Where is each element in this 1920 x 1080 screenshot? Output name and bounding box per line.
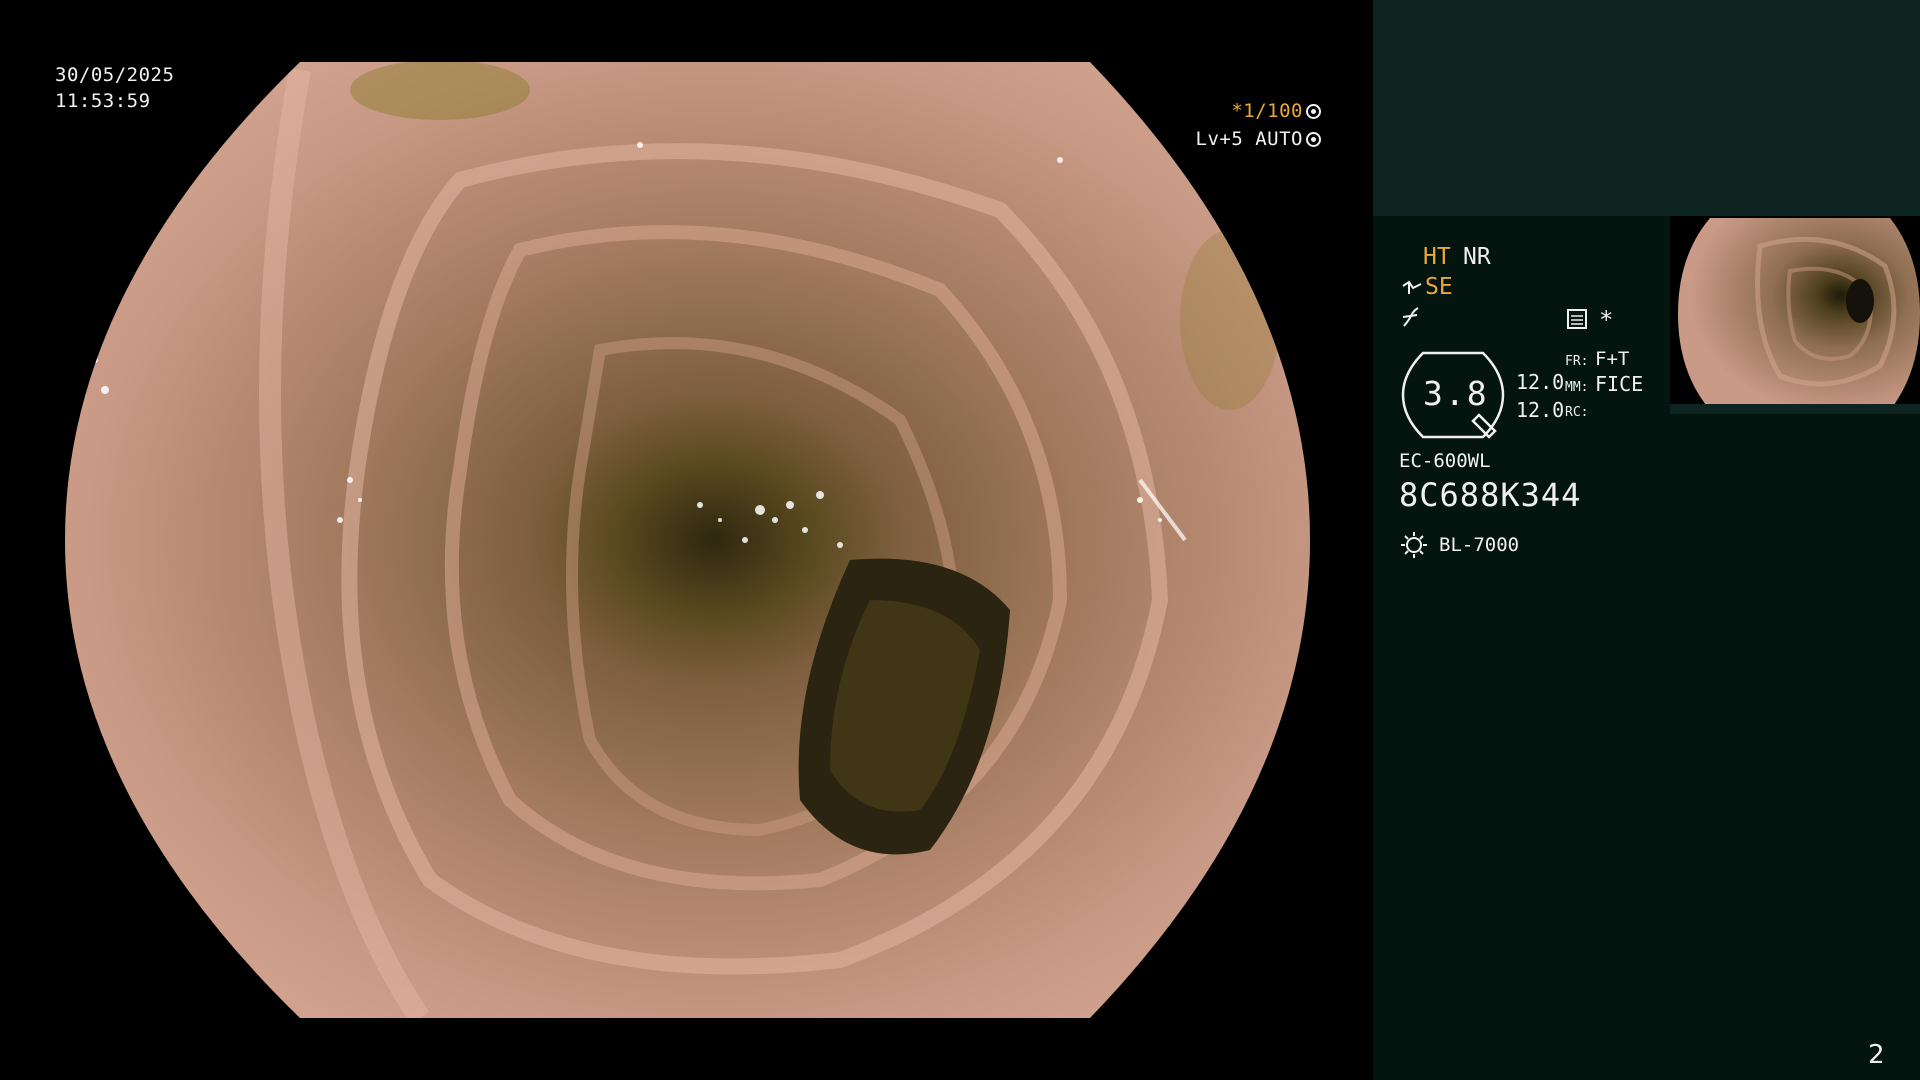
star-indicator: * [1599, 306, 1614, 334]
info-panel: HT NR SE * 3.8 12.0 12.0 FR: F+T MM: FIC… [1373, 0, 1920, 1080]
color-enhance-icon [1567, 309, 1587, 329]
nr-indicator: NR [1463, 244, 1491, 270]
value-1: 12.0 [1516, 370, 1565, 394]
thumbnail-image [1678, 218, 1920, 410]
level-text: Lv+5 [1195, 128, 1244, 150]
previous-capture-thumbnail[interactable] [1670, 216, 1920, 414]
rc-label: RC: [1565, 405, 1589, 420]
exposure-mode-text: AUTO [1255, 128, 1303, 150]
panel-header-area [1373, 0, 1920, 216]
shutter-prefix: * [1231, 100, 1244, 122]
mm-value: FICE [1595, 372, 1644, 396]
endoscopic-image [65, 62, 1310, 1018]
fr-label: FR: [1565, 354, 1589, 369]
endoscope-viewport: 30/05/2025 11:53:59 *1/100 Lv+5 AUTO [0, 0, 1373, 1080]
freeze-icon [1402, 307, 1419, 327]
auto-exposure-icon [1306, 132, 1321, 147]
brightness-level-display: Lv+5 AUTO [1196, 126, 1321, 152]
date-text: 30/05/2025 [55, 64, 175, 86]
shutter-speed-display: *1/100 [1231, 98, 1321, 124]
settings-icon [1306, 104, 1321, 119]
thumbnail-caption-bar [1670, 404, 1920, 414]
lamp-icon [1401, 532, 1427, 558]
ht-indicator: HT [1423, 244, 1451, 270]
scope-serial: 8C688K344 [1399, 476, 1582, 514]
value-2: 12.0 [1516, 398, 1565, 422]
se-indicator: SE [1425, 274, 1453, 300]
mm-label: MM: [1565, 380, 1589, 395]
shutter-text: 1/100 [1243, 100, 1303, 122]
light-source-model: BL-7000 [1439, 534, 1520, 556]
scope-model: EC-600WL [1399, 450, 1491, 472]
structure-enhance-icon [1402, 280, 1422, 294]
zoom-value: 3.8 [1423, 374, 1489, 413]
datetime-display: 30/05/2025 11:53:59 [55, 62, 174, 114]
fr-value: F+T [1595, 348, 1630, 370]
time-text: 11:53:59 [55, 90, 151, 112]
page-number: 2 [1868, 1040, 1885, 1070]
